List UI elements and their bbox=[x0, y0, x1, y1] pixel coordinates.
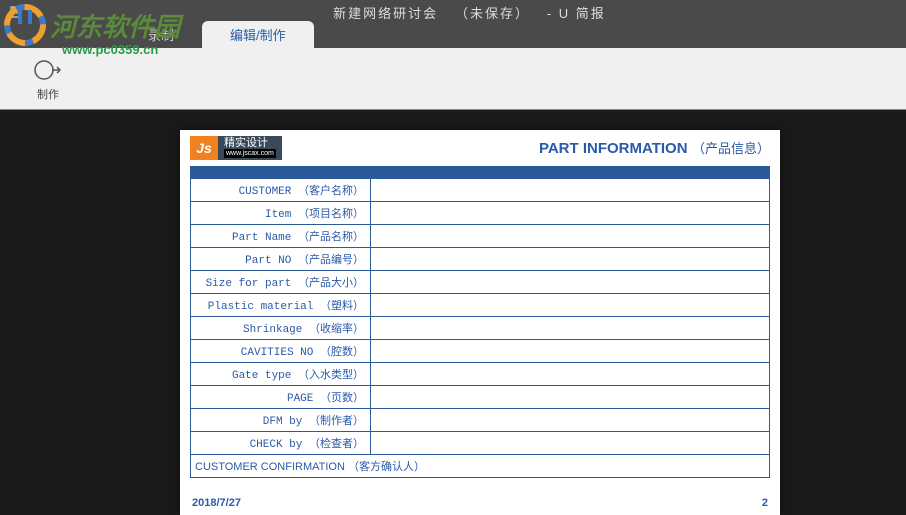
table-row: PAGE （页数） bbox=[191, 386, 770, 409]
field-label: Plastic material （塑料） bbox=[191, 294, 371, 317]
table-row: Plastic material （塑料） bbox=[191, 294, 770, 317]
field-value bbox=[371, 202, 770, 225]
field-value bbox=[371, 363, 770, 386]
doc-title: PART INFORMATION （产品信息） bbox=[539, 138, 770, 158]
logo-company-name: 精实设计 bbox=[224, 138, 276, 149]
field-label: Shrinkage （收缩率） bbox=[191, 317, 371, 340]
field-label: CHECK by （检查者） bbox=[191, 432, 371, 455]
field-value bbox=[371, 179, 770, 202]
table-row: Shrinkage （收缩率） bbox=[191, 317, 770, 340]
doc-header: Js 精实设计 www.jscax.com PART INFORMATION （… bbox=[180, 130, 780, 166]
field-value bbox=[371, 225, 770, 248]
field-label: DFM by （制作者） bbox=[191, 409, 371, 432]
field-value bbox=[371, 294, 770, 317]
field-label: Gate type （入水类型） bbox=[191, 363, 371, 386]
field-label: Part NO （产品编号） bbox=[191, 248, 371, 271]
field-label: CUSTOMER （客户名称） bbox=[191, 179, 371, 202]
logo-mark-icon: Js bbox=[190, 136, 218, 160]
field-label: Size for part （产品大小） bbox=[191, 271, 371, 294]
footer-page: 2 bbox=[762, 497, 768, 509]
table-row: DFM by （制作者） bbox=[191, 409, 770, 432]
field-value bbox=[371, 386, 770, 409]
ribbon-group-produce[interactable]: 制作 bbox=[20, 56, 76, 102]
dropdown-arrow-icon[interactable]: ▼ bbox=[32, 7, 41, 17]
field-value bbox=[371, 340, 770, 363]
field-value bbox=[371, 271, 770, 294]
table-row: Size for part （产品大小） bbox=[191, 271, 770, 294]
field-value bbox=[371, 409, 770, 432]
field-value bbox=[371, 317, 770, 340]
table-row: CUSTOMER （客户名称） bbox=[191, 179, 770, 202]
field-value bbox=[371, 432, 770, 455]
table-row: Part Name （产品名称） bbox=[191, 225, 770, 248]
tab-edit[interactable]: 编辑/制作 bbox=[202, 21, 314, 48]
company-logo: Js 精实设计 www.jscax.com bbox=[190, 136, 282, 160]
field-label: PAGE （页数） bbox=[191, 386, 371, 409]
produce-icon bbox=[32, 56, 64, 84]
table-row-confirmation: CUSTOMER CONFIRMATION （客方确认人） bbox=[191, 455, 770, 478]
tab-record[interactable]: 录制 bbox=[120, 21, 202, 48]
table-row: Item （项目名称） bbox=[191, 202, 770, 225]
table-row: CAVITIES NO （腔数） bbox=[191, 340, 770, 363]
window-title: 新建网络研讨会 （未保存） - U 简报 bbox=[41, 3, 898, 22]
header-separator-bar bbox=[190, 166, 770, 178]
ribbon-tabs: 录制 编辑/制作 bbox=[0, 24, 906, 48]
ribbon-content: 制作 bbox=[0, 48, 906, 110]
confirmation-label: CUSTOMER CONFIRMATION （客方确认人） bbox=[191, 455, 770, 478]
save-icon[interactable] bbox=[8, 4, 24, 20]
doc-footer: 2018/7/27 2 bbox=[192, 497, 768, 509]
field-label: Item （项目名称） bbox=[191, 202, 371, 225]
field-label: Part Name （产品名称） bbox=[191, 225, 371, 248]
table-row: Gate type （入水类型） bbox=[191, 363, 770, 386]
document-page: Js 精实设计 www.jscax.com PART INFORMATION （… bbox=[180, 130, 780, 515]
field-label: CAVITIES NO （腔数） bbox=[191, 340, 371, 363]
logo-company-url: www.jscax.com bbox=[224, 149, 276, 158]
field-value bbox=[371, 248, 770, 271]
produce-label: 制作 bbox=[37, 86, 59, 102]
content-area: Js 精实设计 www.jscax.com PART INFORMATION （… bbox=[0, 110, 906, 515]
footer-date: 2018/7/27 bbox=[192, 497, 241, 509]
table-row: CHECK by （检查者） bbox=[191, 432, 770, 455]
table-row: Part NO （产品编号） bbox=[191, 248, 770, 271]
part-info-table: CUSTOMER （客户名称）Item （项目名称）Part Name （产品名… bbox=[190, 178, 770, 478]
